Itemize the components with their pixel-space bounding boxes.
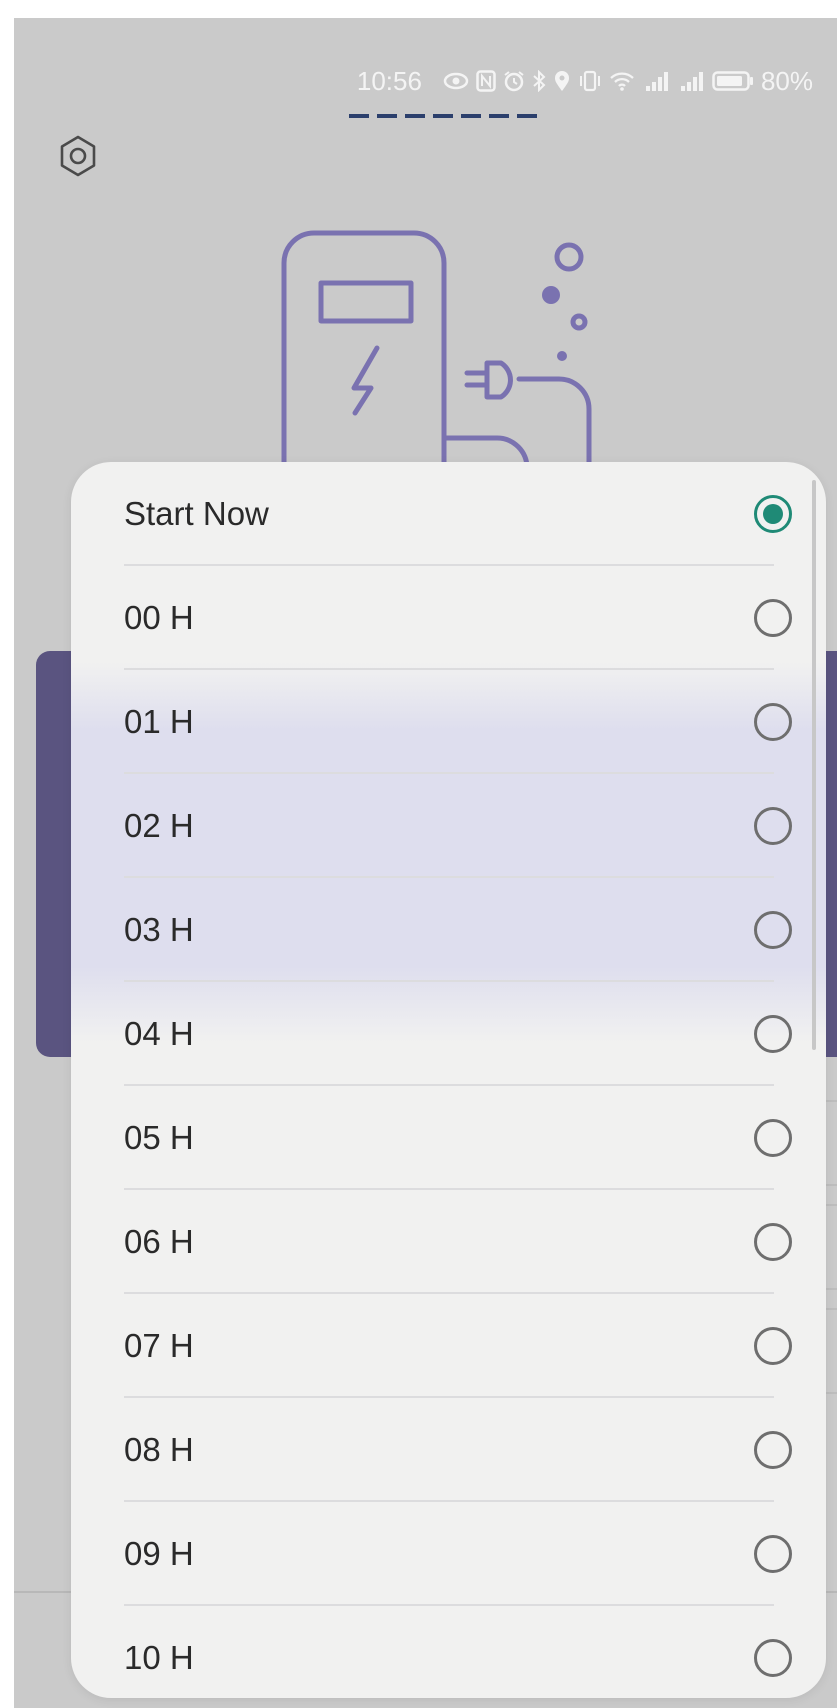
option-02h[interactable]: 02 H — [71, 774, 826, 878]
option-start-now[interactable]: Start Now — [71, 462, 826, 566]
bluetooth-icon — [532, 70, 546, 92]
wifi-icon — [609, 70, 635, 92]
option-label: 02 H — [124, 807, 194, 844]
signal-icon — [677, 70, 705, 92]
option-label: 09 H — [124, 1535, 194, 1572]
option-label: 00 H — [124, 599, 194, 636]
option-label: 08 H — [124, 1431, 194, 1468]
battery-icon — [712, 70, 754, 92]
option-06h[interactable]: 06 H — [71, 1190, 826, 1294]
option-07h[interactable]: 07 H — [71, 1294, 826, 1398]
option-05h[interactable]: 05 H — [71, 1086, 826, 1190]
option-09h[interactable]: 09 H — [71, 1502, 826, 1606]
radio-button[interactable] — [754, 599, 792, 637]
page-indicator — [349, 114, 537, 118]
option-00h[interactable]: 00 H — [71, 566, 826, 670]
option-label: 04 H — [124, 1015, 194, 1052]
option-03h[interactable]: 03 H — [71, 878, 826, 982]
option-label: Start Now — [124, 495, 269, 532]
radio-button[interactable] — [754, 1535, 792, 1573]
app-screen: 10:56 80% Start Now 00 H 01 H 02 H 03 H … — [14, 18, 837, 1708]
gear-icon[interactable] — [56, 134, 100, 178]
option-04h[interactable]: 04 H — [71, 982, 826, 1086]
radio-button[interactable] — [754, 911, 792, 949]
ev-charger-icon — [269, 223, 629, 486]
radio-selected[interactable] — [754, 495, 792, 533]
location-icon — [553, 70, 571, 92]
option-01h[interactable]: 01 H — [71, 670, 826, 774]
option-label: 06 H — [124, 1223, 194, 1260]
alarm-icon — [503, 70, 525, 92]
option-label: 07 H — [124, 1327, 194, 1364]
option-label: 01 H — [124, 703, 194, 740]
radio-button[interactable] — [754, 1223, 792, 1261]
radio-button[interactable] — [754, 1639, 792, 1677]
radio-button[interactable] — [754, 1431, 792, 1469]
status-time: 10:56 — [356, 65, 422, 96]
option-label: 10 H — [124, 1639, 194, 1676]
radio-button[interactable] — [754, 1119, 792, 1157]
radio-button[interactable] — [754, 1327, 792, 1365]
status-bar: 10:56 80% — [357, 64, 813, 98]
nfc-icon — [476, 70, 496, 92]
option-label: 03 H — [124, 911, 194, 948]
radio-button[interactable] — [754, 703, 792, 741]
schedule-picker-sheet: Start Now 00 H 01 H 02 H 03 H 04 H 05 H … — [71, 462, 826, 1698]
option-08h[interactable]: 08 H — [71, 1398, 826, 1502]
option-label: 05 H — [124, 1119, 194, 1156]
schedule-options-list: Start Now 00 H 01 H 02 H 03 H 04 H 05 H … — [71, 462, 826, 1698]
signal-icon — [642, 70, 670, 92]
eye-icon — [443, 71, 469, 91]
vibrate-icon — [578, 70, 602, 92]
battery-percent: 80% — [760, 65, 813, 96]
radio-button[interactable] — [754, 807, 792, 845]
option-10h[interactable]: 10 H — [71, 1606, 826, 1698]
radio-button[interactable] — [754, 1015, 792, 1053]
